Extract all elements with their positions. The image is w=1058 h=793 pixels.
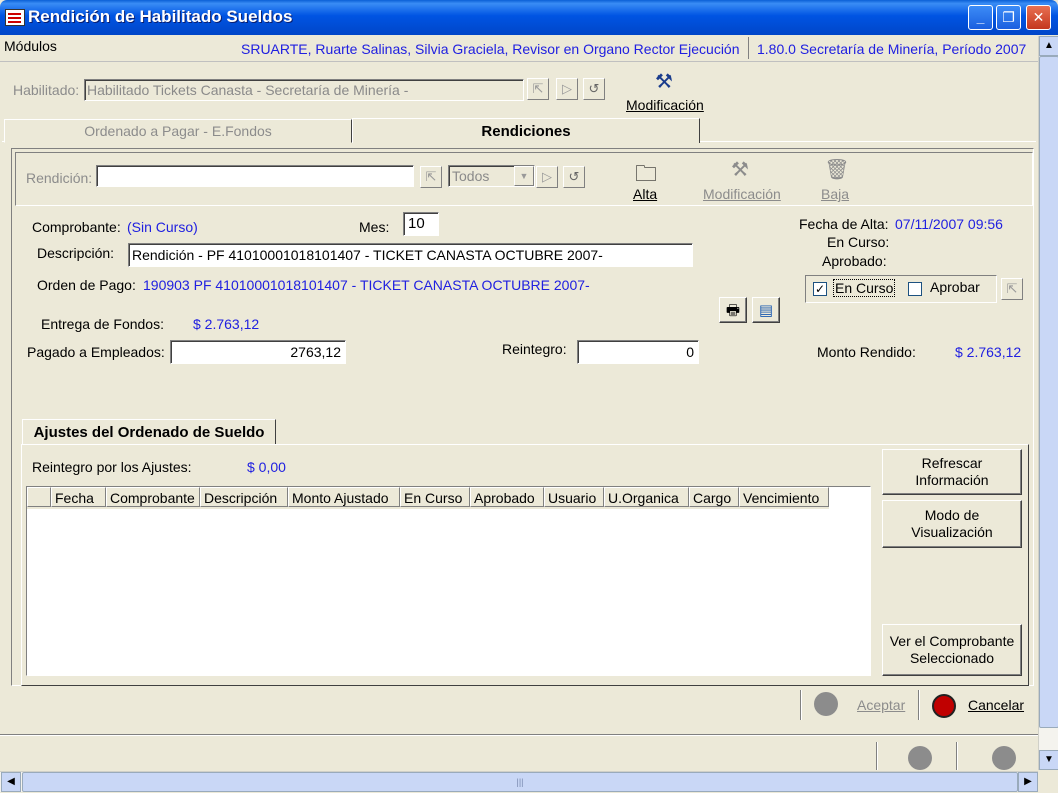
aprobado-label: Aprobado: [822,253,887,269]
user-info: SRUARTE, Ruarte Salinas, Silvia Graciela… [241,41,740,57]
en-curso-label: En Curso: [827,234,890,250]
estado-lookup-icon[interactable]: ⇱ [1001,278,1023,300]
status-indicator-icon [908,746,932,770]
entrega-value: $ 2.763,12 [193,316,260,332]
reintegro-field[interactable]: 0 [577,340,699,364]
en-curso-checkbox-label[interactable]: En Curso [833,279,896,297]
version-info: 1.80.0 Secretaría de Minería, Período 20… [757,41,1027,57]
col-usuario[interactable]: Usuario [544,487,604,507]
descripcion-label: Descripción: [37,245,115,261]
aceptar-icon [814,692,838,716]
divider [876,742,877,770]
tab-ajustes[interactable]: Ajustes del Ordenado de Sueldo [22,419,276,445]
rendicion-undo-icon[interactable]: ↺ [563,166,585,188]
comprobante-label: Comprobante: [32,219,121,235]
col-monto-ajustado[interactable]: Monto Ajustado [288,487,400,507]
menu-modulos[interactable]: Módulos [4,38,57,54]
tab-rendiciones[interactable]: Rendiciones [352,118,700,143]
close-button[interactable]: ✕ [1026,5,1051,30]
habilitado-lookup-icon[interactable]: ⇱ [527,78,549,100]
rendicion-filter-value: Todos [452,168,490,184]
fecha-alta-label: Fecha de Alta: [799,216,889,232]
descripcion-field[interactable]: Rendición - PF 41010001018101407 - TICKE… [128,243,693,267]
aprobar-checkbox-label[interactable]: Aprobar [930,279,980,295]
scroll-down-icon[interactable]: ▼ [1039,750,1058,770]
trash-icon: 🗑 [824,159,850,181]
status-indicator-icon [992,746,1016,770]
printer-icon[interactable]: 🖶 [719,297,747,323]
divider [748,37,749,59]
alta-button[interactable]: Alta [633,186,657,202]
restore-button[interactable]: ❐ [996,5,1021,30]
modificacion-icon[interactable]: ⚒ [651,69,677,93]
monto-rendido-value: $ 2.763,12 [955,344,1022,360]
vertical-scroll-thumb[interactable] [1039,56,1058,728]
habilitado-list-icon[interactable]: ▷ [556,78,578,100]
col-descripcion[interactable]: Descripción [200,487,288,507]
refrescar-button-label: Refrescar Información [915,455,989,488]
rendicion-lookup-icon[interactable]: ⇱ [420,166,442,188]
habilitado-modificacion-button[interactable]: Modificación [626,97,704,113]
monto-rendido-label: Monto Rendido: [817,344,916,360]
status-separator [0,734,1038,735]
minimize-button[interactable]: _ [968,5,993,30]
ver-button-label: Ver el Comprobante Seleccionado [889,633,1015,666]
app-icon [5,9,25,26]
ajustes-grid-header: Fecha Comprobante Descripción Monto Ajus… [27,487,829,509]
comprobante-value: (Sin Curso) [127,219,198,235]
window-title: Rendición de Habilitado Sueldos [28,7,293,26]
habilitado-field[interactable]: Habilitado Tickets Canasta - Secretaría … [84,79,524,101]
col-cargo[interactable]: Cargo [689,487,739,507]
orden-label: Orden de Pago: [37,277,136,293]
refrescar-button[interactable]: Refrescar Información [882,449,1022,495]
ajustes-reintegro-label: Reintegro por los Ajustes: [32,459,192,475]
mes-label: Mes: [359,219,390,235]
divider [800,690,801,720]
modificacion-button[interactable]: Modificación [703,186,781,202]
divider [956,742,957,770]
habilitado-undo-icon[interactable]: ↺ [583,78,605,100]
col-comprobante[interactable]: Comprobante [106,487,200,507]
grid-row-selector-header [27,487,51,507]
scroll-right-icon[interactable]: ▶ [1018,772,1038,792]
modo-button-label: Modo de Visualización [911,507,993,540]
col-en-curso[interactable]: En Curso [400,487,470,507]
aprobar-checkbox[interactable] [908,282,922,296]
chevron-down-icon[interactable]: ▼ [514,166,534,186]
pagado-label: Pagado a Empleados: [27,344,165,360]
aceptar-button[interactable]: Aceptar [857,697,905,713]
pagado-field[interactable]: 2763,12 [170,340,346,364]
entrega-label: Entrega de Fondos: [41,316,164,332]
divider [918,690,919,720]
size-grip [1038,771,1058,793]
habilitado-label: Habilitado: [13,82,80,98]
cancelar-button[interactable]: Cancelar [968,697,1024,713]
orden-value: 190903 PF 41010001018101407 - TICKET CAN… [143,277,590,293]
en-curso-checkbox[interactable]: ✓ [813,282,827,296]
ajustes-reintegro-value: $ 0,00 [247,459,286,475]
rendicion-filter-select[interactable]: Todos ▼ [448,165,535,187]
rendicion-field[interactable] [96,165,414,187]
baja-button[interactable]: Baja [821,186,849,202]
tab-ordenado-a-pagar[interactable]: Ordenado a Pagar - E.Fondos [4,119,352,143]
col-aprobado[interactable]: Aprobado [470,487,544,507]
scroll-left-icon[interactable]: ◀ [1,772,21,792]
mes-field[interactable]: 10 [403,212,439,236]
rendicion-label: Rendición: [26,170,93,186]
reintegro-label: Reintegro: [502,341,567,357]
col-u-organica[interactable]: U.Organica [604,487,689,507]
col-vencimiento[interactable]: Vencimiento [739,487,829,507]
cancelar-icon [932,694,956,718]
col-fecha[interactable]: Fecha [51,487,106,507]
rendicion-list-icon[interactable]: ▷ [536,166,558,188]
horizontal-scroll-thumb[interactable]: ||| [22,772,1018,792]
scroll-up-icon[interactable]: ▲ [1039,36,1058,56]
alta-icon[interactable]: 🗀 [633,157,659,186]
modo-visualizacion-button[interactable]: Modo de Visualización [882,500,1022,548]
fecha-alta-value: 07/11/2007 09:56 [895,216,1003,232]
modificacion-disabled-icon: ⚒ [731,159,749,181]
ajustes-grid[interactable] [26,486,871,676]
preview-icon[interactable]: ▤ [752,297,780,323]
ver-comprobante-button[interactable]: Ver el Comprobante Seleccionado [882,624,1022,676]
